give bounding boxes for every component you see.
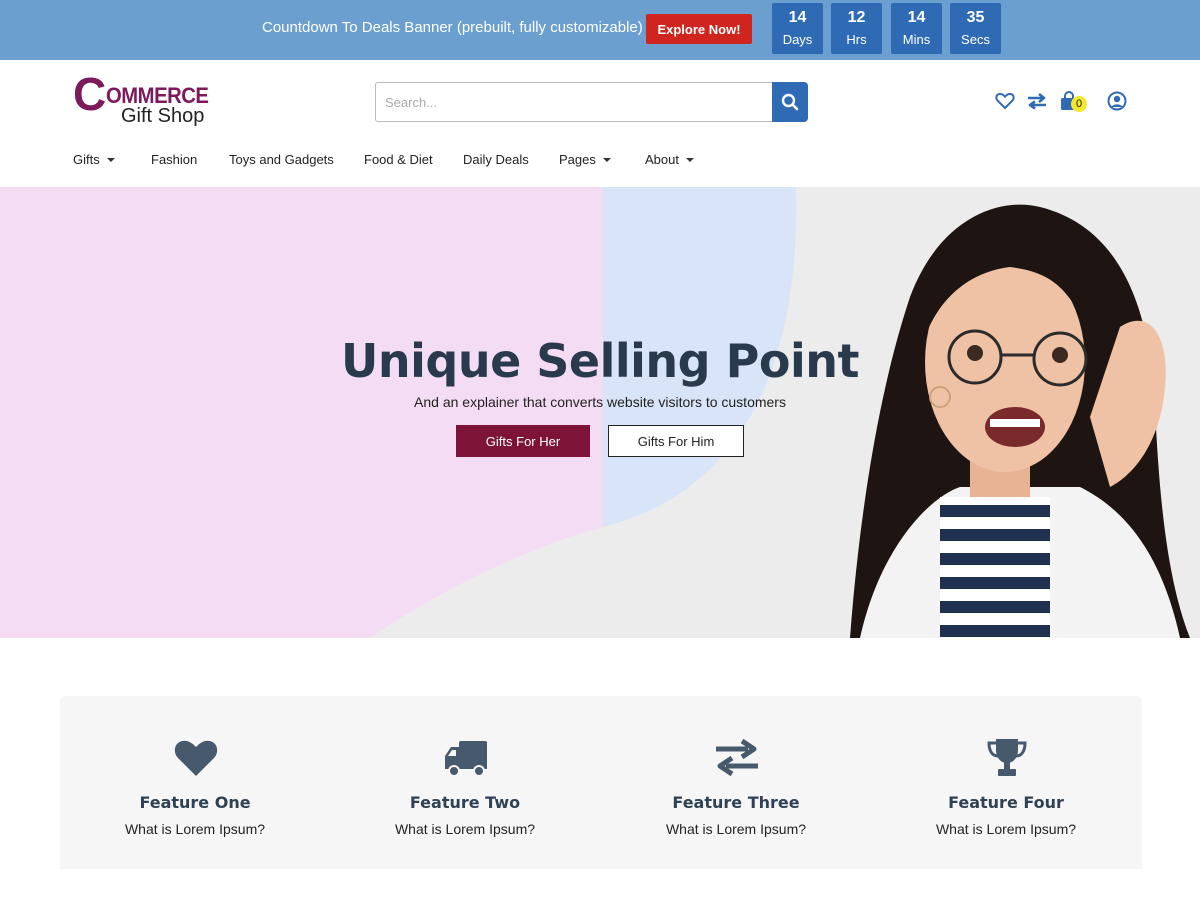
countdown-value: 14 bbox=[907, 9, 926, 26]
nav-item-about[interactable]: About bbox=[645, 152, 694, 167]
feature-title: Feature Two bbox=[409, 793, 521, 812]
feature-title: Feature One bbox=[139, 793, 251, 812]
nav-item-label: Food & Diet bbox=[364, 152, 433, 167]
nav-item-toys-and-gadgets[interactable]: Toys and Gadgets bbox=[229, 152, 334, 167]
nav-item-pages[interactable]: Pages bbox=[559, 152, 611, 167]
feature-card: Feature Two What is Lorem Ipsum? bbox=[330, 696, 600, 869]
nav-item-label: About bbox=[645, 152, 679, 167]
countdown-hours: 12 Hrs bbox=[831, 3, 882, 54]
logo-word: OMMERCE bbox=[106, 83, 209, 108]
banner-text: Countdown To Deals Banner (prebuilt, ful… bbox=[262, 19, 643, 36]
heart-icon bbox=[995, 92, 1015, 110]
nav-item-label: Toys and Gadgets bbox=[229, 152, 334, 167]
feature-card: Feature One What is Lorem Ipsum? bbox=[60, 696, 330, 869]
nav-item-food-diet[interactable]: Food & Diet bbox=[364, 152, 433, 167]
countdown-value: 35 bbox=[966, 9, 985, 26]
account-button[interactable] bbox=[1106, 90, 1128, 112]
chevron-down-icon bbox=[685, 157, 694, 162]
hero-subtitle: And an explainer that converts website v… bbox=[414, 394, 786, 410]
chevron-down-icon bbox=[602, 157, 611, 162]
feature-text: What is Lorem Ipsum? bbox=[935, 821, 1077, 837]
site-logo[interactable]: C OMMERCE Gift Shop bbox=[73, 71, 223, 129]
nav-item-label: Pages bbox=[559, 152, 596, 167]
countdown-banner: Countdown To Deals Banner (prebuilt, ful… bbox=[0, 0, 1200, 60]
nav-item-daily-deals[interactable]: Daily Deals bbox=[463, 152, 529, 167]
cart-button[interactable]: 0 bbox=[1058, 90, 1087, 112]
nav-item-fashion[interactable]: Fashion bbox=[151, 152, 197, 167]
striped-shirt bbox=[940, 497, 1050, 638]
countdown-days: 14 Days bbox=[772, 3, 823, 54]
exchange-arrows-icon bbox=[716, 738, 758, 777]
countdown-label: Secs bbox=[961, 32, 990, 47]
countdown-minutes: 14 Mins bbox=[891, 3, 942, 54]
user-circle-icon bbox=[1107, 91, 1127, 111]
feature-title: Feature Three bbox=[672, 793, 800, 812]
search-bar bbox=[375, 82, 808, 122]
heart-icon bbox=[174, 740, 218, 776]
logo-initial: C bbox=[73, 68, 107, 120]
compare-arrows-icon bbox=[1028, 92, 1046, 110]
feature-text: What is Lorem Ipsum? bbox=[124, 821, 266, 837]
hero-model-image bbox=[850, 204, 1190, 638]
nav-item-label: Daily Deals bbox=[463, 152, 529, 167]
feature-card: Feature Three What is Lorem Ipsum? bbox=[601, 696, 871, 869]
trophy-icon bbox=[987, 739, 1027, 776]
cart-count-badge: 0 bbox=[1071, 96, 1087, 112]
chevron-down-icon bbox=[106, 157, 115, 162]
countdown-label: Hrs bbox=[846, 32, 867, 47]
feature-card: Feature Four What is Lorem Ipsum? bbox=[871, 696, 1141, 869]
feature-text: What is Lorem Ipsum? bbox=[394, 821, 536, 837]
gifts-for-him-button[interactable]: Gifts For Him bbox=[608, 425, 744, 457]
truck-icon bbox=[445, 741, 487, 777]
feature-text: What is Lorem Ipsum? bbox=[665, 821, 807, 837]
nav-item-label: Gifts bbox=[73, 152, 100, 167]
wishlist-button[interactable] bbox=[994, 90, 1016, 112]
countdown-label: Mins bbox=[902, 32, 931, 47]
gifts-for-her-button[interactable]: Gifts For Her bbox=[456, 425, 590, 457]
compare-button[interactable] bbox=[1026, 90, 1048, 112]
logo-subtitle: Gift Shop bbox=[121, 105, 205, 127]
countdown-value: 14 bbox=[788, 9, 807, 26]
hero-section: Unique Selling Point And an explainer th… bbox=[0, 187, 1200, 638]
hero-title: Unique Selling Point bbox=[341, 334, 859, 388]
search-icon bbox=[781, 93, 799, 111]
nav-item-label: Fashion bbox=[151, 152, 198, 167]
features-section: Feature One What is Lorem Ipsum? Feature… bbox=[60, 696, 1142, 869]
search-input[interactable] bbox=[375, 82, 773, 122]
feature-title: Feature Four bbox=[948, 793, 1064, 812]
nav-item-gifts[interactable]: Gifts bbox=[73, 152, 115, 167]
countdown-seconds: 35 Secs bbox=[950, 3, 1001, 54]
countdown-label: Days bbox=[782, 32, 813, 47]
countdown-value: 12 bbox=[847, 9, 866, 26]
search-button[interactable] bbox=[772, 82, 808, 122]
explore-now-button[interactable]: Explore Now! bbox=[646, 14, 752, 44]
